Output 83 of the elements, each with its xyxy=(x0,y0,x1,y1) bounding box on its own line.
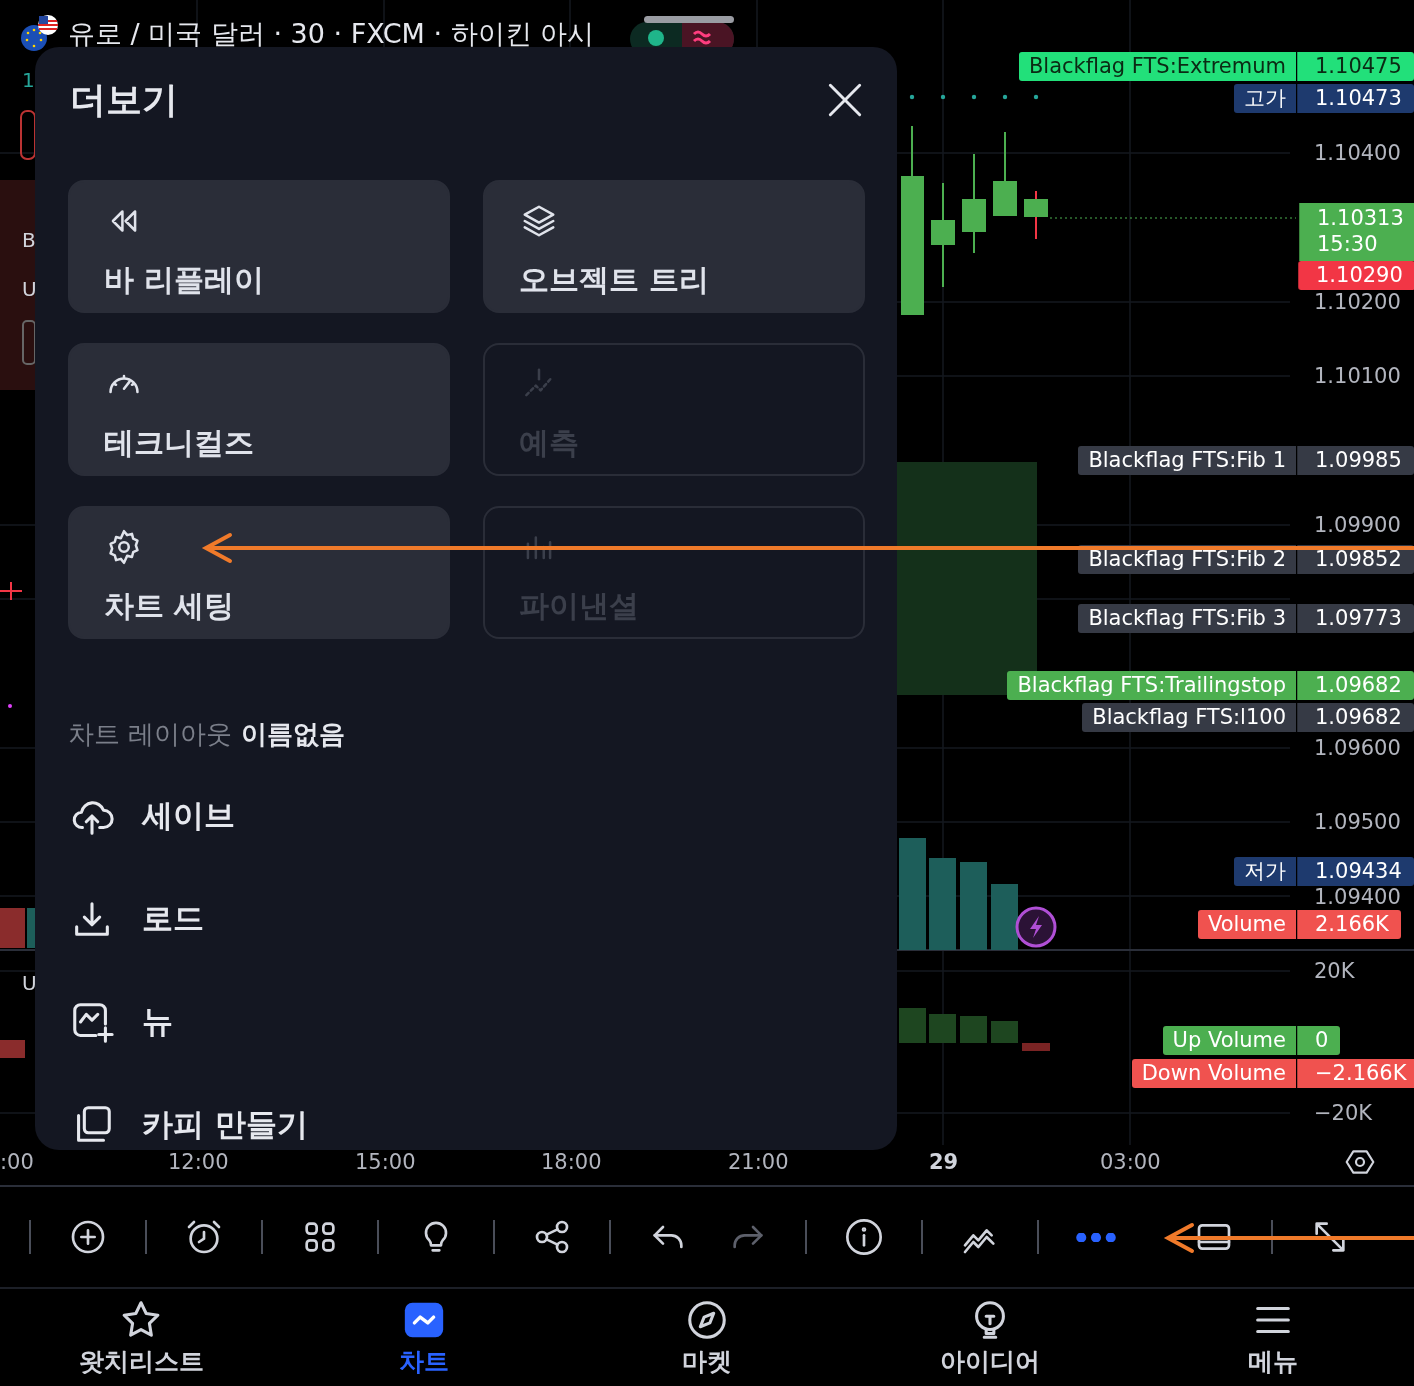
up-volume-bar xyxy=(960,1016,987,1043)
price-tag-name: Blackflag FTS:Extremum xyxy=(1018,52,1296,81)
edge-button-outline xyxy=(22,320,36,365)
price-tag-name: Volume xyxy=(1197,910,1296,939)
edge-label: B xyxy=(22,228,36,252)
currency-flags-icon xyxy=(18,14,60,54)
volume-bar xyxy=(991,884,1018,950)
price-tag-value: 1.10475 xyxy=(1297,52,1414,81)
menu-tile[interactable]: 오브젝트 트리 xyxy=(483,180,865,313)
status-toggle-icon[interactable] xyxy=(630,16,735,48)
nav-tab[interactable]: 아이디어 xyxy=(848,1289,1132,1384)
menu-item[interactable]: 카피 만들기 xyxy=(68,1073,864,1150)
signal-dot xyxy=(940,94,946,100)
price-tag-name: Up Volume xyxy=(1162,1026,1296,1055)
menu-tile[interactable]: 테크니컬즈 xyxy=(68,343,450,476)
time-label: 21:00 xyxy=(728,1150,789,1174)
price-tag-value: 1.09773 xyxy=(1297,604,1414,633)
signal-dot xyxy=(1002,94,1008,100)
price-label: 1.09600 xyxy=(1314,737,1401,759)
time-label: 15:00 xyxy=(355,1150,416,1174)
price-tag-name: Blackflag FTS:Fib 1 xyxy=(1078,446,1296,475)
edge-label: 1 xyxy=(22,68,35,92)
price-tag-value: 1.09434 xyxy=(1297,857,1414,886)
layout-name: 차트 레이아웃 이름없음 xyxy=(68,718,346,751)
edge-label: U xyxy=(22,277,37,301)
down-volume-bar xyxy=(0,1040,25,1058)
bar-countdown: 15:30 xyxy=(1317,231,1379,257)
price-tag-value: 1.10290 xyxy=(1298,261,1414,290)
price-label: 1.10100 xyxy=(1314,365,1401,387)
candle xyxy=(1024,190,1048,240)
up-volume-bar xyxy=(899,1008,926,1043)
signal-dot xyxy=(1033,94,1039,100)
chart-title: 유로 / 미국 달러 · 30 · FXCM · 하이킨 아시 xyxy=(68,17,595,51)
sheet-title: 더보기 xyxy=(70,77,178,122)
time-label: 29 xyxy=(929,1150,959,1174)
nav-tab[interactable]: 왓치리스트 xyxy=(0,1289,283,1384)
nav-tab[interactable]: 메뉴 xyxy=(1131,1289,1414,1384)
more-icon xyxy=(1076,1232,1116,1242)
nav-tab[interactable]: 마켓 xyxy=(565,1289,849,1384)
time-label: 12:00 xyxy=(168,1150,229,1174)
crosshair-mark xyxy=(0,581,23,601)
price-tag-name: Blackflag FTS:Fib 3 xyxy=(1078,604,1296,633)
price-label: −20K xyxy=(1314,1102,1373,1124)
price-tag-value: 1.09682 xyxy=(1297,703,1414,732)
price-label: 1.09900 xyxy=(1314,514,1401,536)
time-label: 18:00 xyxy=(541,1150,602,1174)
menu-tile[interactable]: 차트 세팅 xyxy=(68,506,450,639)
price-tag-value: −2.166K xyxy=(1297,1059,1414,1088)
menu-tile[interactable]: 바 리플레이 xyxy=(68,180,450,313)
price-tag-name: Down Volume xyxy=(1131,1059,1296,1088)
price-label: 20K xyxy=(1314,960,1355,982)
lightning-icon[interactable] xyxy=(1014,905,1058,949)
down-volume-bar xyxy=(1022,1043,1050,1051)
price-label: 1.09500 xyxy=(1314,811,1401,833)
info-icon xyxy=(844,1217,884,1257)
price-tag-name: Blackflag FTS:Trailingstop xyxy=(1007,671,1296,700)
signal-dot xyxy=(971,94,977,100)
price-tag-value: 0 xyxy=(1297,1026,1341,1055)
menu-item[interactable]: 뉴 xyxy=(68,970,864,1073)
current-price: 1.10313 xyxy=(1317,205,1404,231)
price-tag-value: 1.10473 xyxy=(1297,84,1414,113)
time-label: 03:00 xyxy=(1100,1150,1161,1174)
edge-label: U xyxy=(22,971,37,995)
menu-item[interactable]: 세이브 xyxy=(68,764,864,867)
price-label: 1.10200 xyxy=(1314,291,1401,313)
price-label: 1.09400 xyxy=(1314,886,1401,908)
up-volume-bar xyxy=(991,1021,1018,1043)
nav-tab[interactable]: 차트 xyxy=(282,1289,566,1384)
signal-dot xyxy=(909,94,915,100)
price-tag-name: 고가 xyxy=(1234,84,1296,113)
price-tag-value: 2.166K xyxy=(1297,910,1401,939)
menu-item[interactable]: 로드 xyxy=(68,867,864,970)
time-label: :00 xyxy=(0,1150,34,1174)
price-tag-name: 저가 xyxy=(1234,857,1296,886)
up-volume-bar xyxy=(929,1014,956,1043)
marker-dot xyxy=(8,704,12,708)
edge-button-outline xyxy=(20,110,36,160)
price-tag-value: 1.09682 xyxy=(1297,671,1414,700)
volume-bar xyxy=(0,908,25,948)
price-label: 1.10400 xyxy=(1314,142,1401,164)
volume-bar xyxy=(27,908,35,948)
price-tag-name: Blackflag FTS:l100 xyxy=(1082,703,1296,732)
price-tag-value: 1.09985 xyxy=(1297,446,1414,475)
